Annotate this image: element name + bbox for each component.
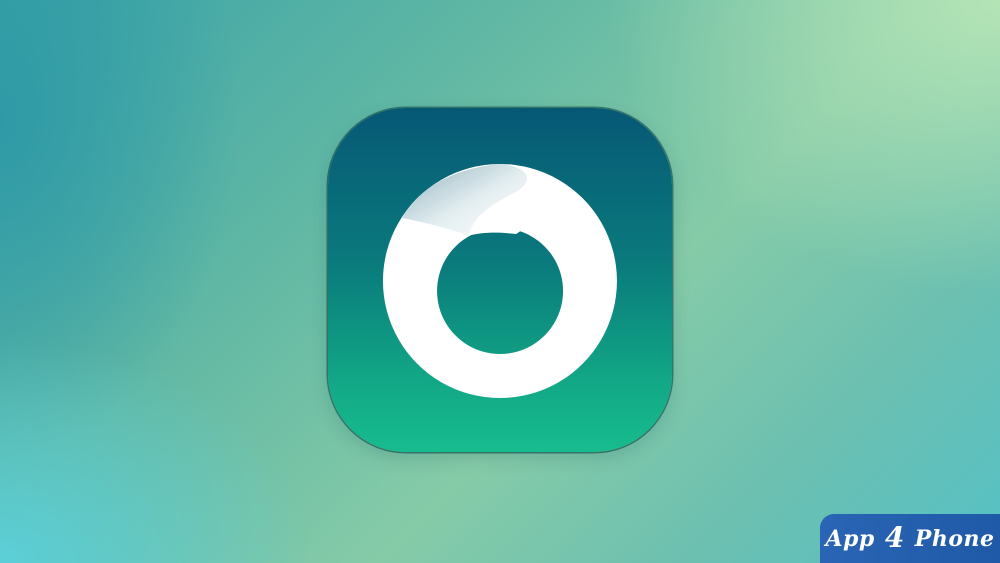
background-canvas: App 4 Phone	[0, 0, 1000, 563]
watermark-text-4: 4	[884, 521, 905, 554]
swirl-logo-icon	[382, 164, 617, 398]
app-icon	[328, 108, 672, 452]
watermark-text-app: App	[825, 525, 875, 552]
app4phone-watermark: App 4 Phone	[820, 514, 1000, 563]
watermark-text-phone: Phone	[914, 525, 995, 552]
